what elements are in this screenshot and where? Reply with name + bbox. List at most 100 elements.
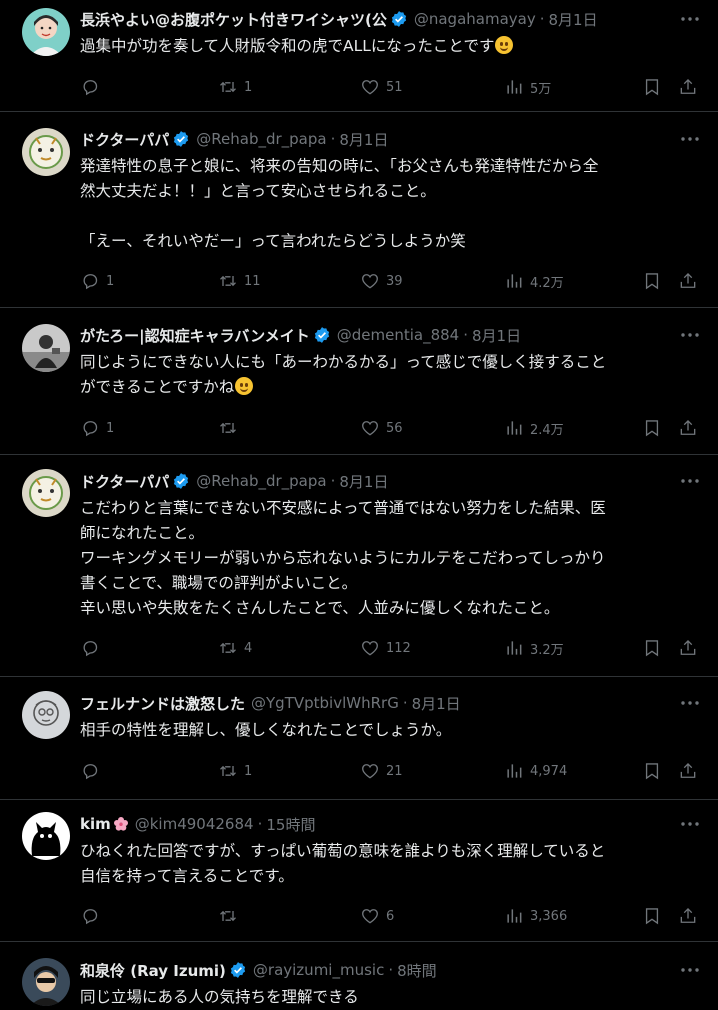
timestamp[interactable]: 8月1日 xyxy=(412,693,461,714)
bookmark-button[interactable] xyxy=(642,760,668,782)
tweet[interactable]: がたろー|認知症キャラバンメイト @dementia_884 · 8月1日 同じ… xyxy=(0,308,718,455)
tweet[interactable]: フェルナンドは激怒した @YgTVptbivlWhRrG · 8月1日 相手の特… xyxy=(0,677,718,800)
more-icon[interactable] xyxy=(678,692,702,714)
share-button[interactable] xyxy=(678,270,704,292)
like-button[interactable]: 21 xyxy=(360,760,403,782)
avatar[interactable] xyxy=(22,812,70,860)
display-name[interactable]: ドクターパパ xyxy=(80,471,169,492)
avatar[interactable] xyxy=(22,324,70,372)
views-button[interactable]: 3,366 xyxy=(504,905,567,927)
reply-button[interactable] xyxy=(80,76,116,98)
bookmark-button[interactable] xyxy=(642,637,668,659)
tweet-header: がたろー|認知症キャラバンメイト @dementia_884 · 8月1日 xyxy=(80,324,678,346)
more-icon[interactable] xyxy=(678,128,702,150)
retweet-button[interactable]: 4 xyxy=(218,637,254,659)
views-icon xyxy=(507,421,522,435)
share-button[interactable] xyxy=(678,417,704,439)
tweet[interactable]: kim @kim49042684 · 15時間 ひねくれた回答ですが、すっぱい葡… xyxy=(0,800,718,942)
like-count: 56 xyxy=(386,420,403,436)
reply-button[interactable] xyxy=(80,905,116,927)
timestamp[interactable]: 8月1日 xyxy=(549,9,598,30)
views-icon xyxy=(507,274,522,288)
views-button[interactable]: 2.4万 xyxy=(504,417,564,439)
tweet[interactable]: 長浜やよい@お腹ポケット付きワイシャツ(公 @nagahamayay · 8月1… xyxy=(0,0,718,112)
like-button[interactable]: 6 xyxy=(360,905,396,927)
handle[interactable]: @rayizumi_music xyxy=(253,961,384,979)
tweet-line: ひねくれた回答ですが、すっぱい葡萄の意味を誰よりも深く理解していると xyxy=(80,842,606,860)
display-name[interactable]: ドクターパパ xyxy=(80,129,169,150)
handle[interactable]: @YgTVptbivlWhRrG xyxy=(251,694,399,712)
tweet[interactable]: 和泉伶 (Ray Izumi) @rayizumi_music · 8時間 同じ… xyxy=(0,942,718,1006)
share-button[interactable] xyxy=(678,637,704,659)
handle[interactable]: @nagahamayay xyxy=(414,10,536,28)
like-count: 51 xyxy=(386,79,403,95)
tweet-line: 書くことで、職場での評判がよいこと。 xyxy=(80,574,358,592)
views-button[interactable]: 4,974 xyxy=(504,760,567,782)
handle[interactable]: @kim49042684 xyxy=(135,815,254,833)
share-button[interactable] xyxy=(678,76,704,98)
like-button[interactable]: 51 xyxy=(360,76,403,98)
views-button[interactable]: 5万 xyxy=(504,76,551,98)
separator-dot: · xyxy=(539,10,545,28)
retweet-button[interactable] xyxy=(218,417,254,439)
views-button[interactable]: 4.2万 xyxy=(504,270,564,292)
tweet-line: 過集中が功を奏して人財版令和の虎でALLになったことです xyxy=(80,37,495,55)
tweet[interactable]: ドクターパパ @Rehab_dr_papa · 8月1日 発達特性の息子と娘に、… xyxy=(0,112,718,308)
more-icon[interactable] xyxy=(678,8,702,30)
more-icon[interactable] xyxy=(678,324,702,346)
display-name[interactable]: がたろー|認知症キャラバンメイト xyxy=(80,325,310,346)
timestamp[interactable]: 8月1日 xyxy=(339,471,388,492)
tweet-header: 和泉伶 (Ray Izumi) @rayizumi_music · 8時間 xyxy=(80,959,678,981)
display-name[interactable]: 和泉伶 (Ray Izumi) xyxy=(80,960,226,981)
handle[interactable]: @Rehab_dr_papa xyxy=(196,472,326,490)
more-icon[interactable] xyxy=(678,470,702,492)
avatar[interactable] xyxy=(22,691,70,739)
timestamp[interactable]: 8時間 xyxy=(397,960,437,981)
retweet-button[interactable] xyxy=(218,905,254,927)
retweet-icon xyxy=(220,642,236,654)
verified-badge-icon xyxy=(174,473,189,489)
bookmark-button[interactable] xyxy=(642,417,668,439)
like-button[interactable]: 39 xyxy=(360,270,403,292)
display-name[interactable]: kim xyxy=(80,815,111,833)
avatar[interactable] xyxy=(22,469,70,517)
tweet-actions: 1 21 4,974 xyxy=(80,760,704,782)
like-button[interactable]: 112 xyxy=(360,637,411,659)
retweet-button[interactable]: 1 xyxy=(218,760,254,782)
tweet-header: ドクターパパ @Rehab_dr_papa · 8月1日 xyxy=(80,470,678,492)
separator-dot: · xyxy=(402,694,408,712)
bookmark-button[interactable] xyxy=(642,270,668,292)
timestamp[interactable]: 8月1日 xyxy=(472,325,521,346)
like-count: 21 xyxy=(386,763,403,779)
reply-button[interactable]: 1 xyxy=(80,270,116,292)
retweet-button[interactable]: 1 xyxy=(218,76,254,98)
more-icon[interactable] xyxy=(678,959,702,981)
timestamp[interactable]: 15時間 xyxy=(266,814,315,835)
tweet[interactable]: ドクターパパ @Rehab_dr_papa · 8月1日 こだわりと言葉にできな… xyxy=(0,455,718,677)
handle[interactable]: @Rehab_dr_papa xyxy=(196,130,326,148)
retweet-button[interactable]: 11 xyxy=(218,270,261,292)
reply-icon xyxy=(83,274,98,290)
bookmark-button[interactable] xyxy=(642,905,668,927)
display-name[interactable]: フェルナンドは激怒した xyxy=(80,693,245,714)
reply-button[interactable] xyxy=(80,760,116,782)
display-name[interactable]: 長浜やよい@お腹ポケット付きワイシャツ(公 xyxy=(80,9,387,30)
views-count: 3,366 xyxy=(530,908,568,924)
more-icon[interactable] xyxy=(678,813,702,835)
avatar[interactable] xyxy=(22,128,70,176)
handle[interactable]: @dementia_884 xyxy=(337,326,459,344)
share-icon xyxy=(680,419,696,435)
timestamp[interactable]: 8月1日 xyxy=(339,129,388,150)
bookmark-icon xyxy=(645,640,659,657)
share-button[interactable] xyxy=(678,760,704,782)
bookmark-button[interactable] xyxy=(642,76,668,98)
share-button[interactable] xyxy=(678,905,704,927)
separator-dot: · xyxy=(330,472,336,490)
avatar[interactable] xyxy=(22,958,70,1006)
reply-button[interactable]: 1 xyxy=(80,417,116,439)
views-button[interactable]: 3.2万 xyxy=(504,637,564,659)
bookmark-icon xyxy=(645,763,659,780)
like-button[interactable]: 56 xyxy=(360,417,403,439)
avatar[interactable] xyxy=(22,8,70,56)
reply-button[interactable] xyxy=(80,637,116,659)
